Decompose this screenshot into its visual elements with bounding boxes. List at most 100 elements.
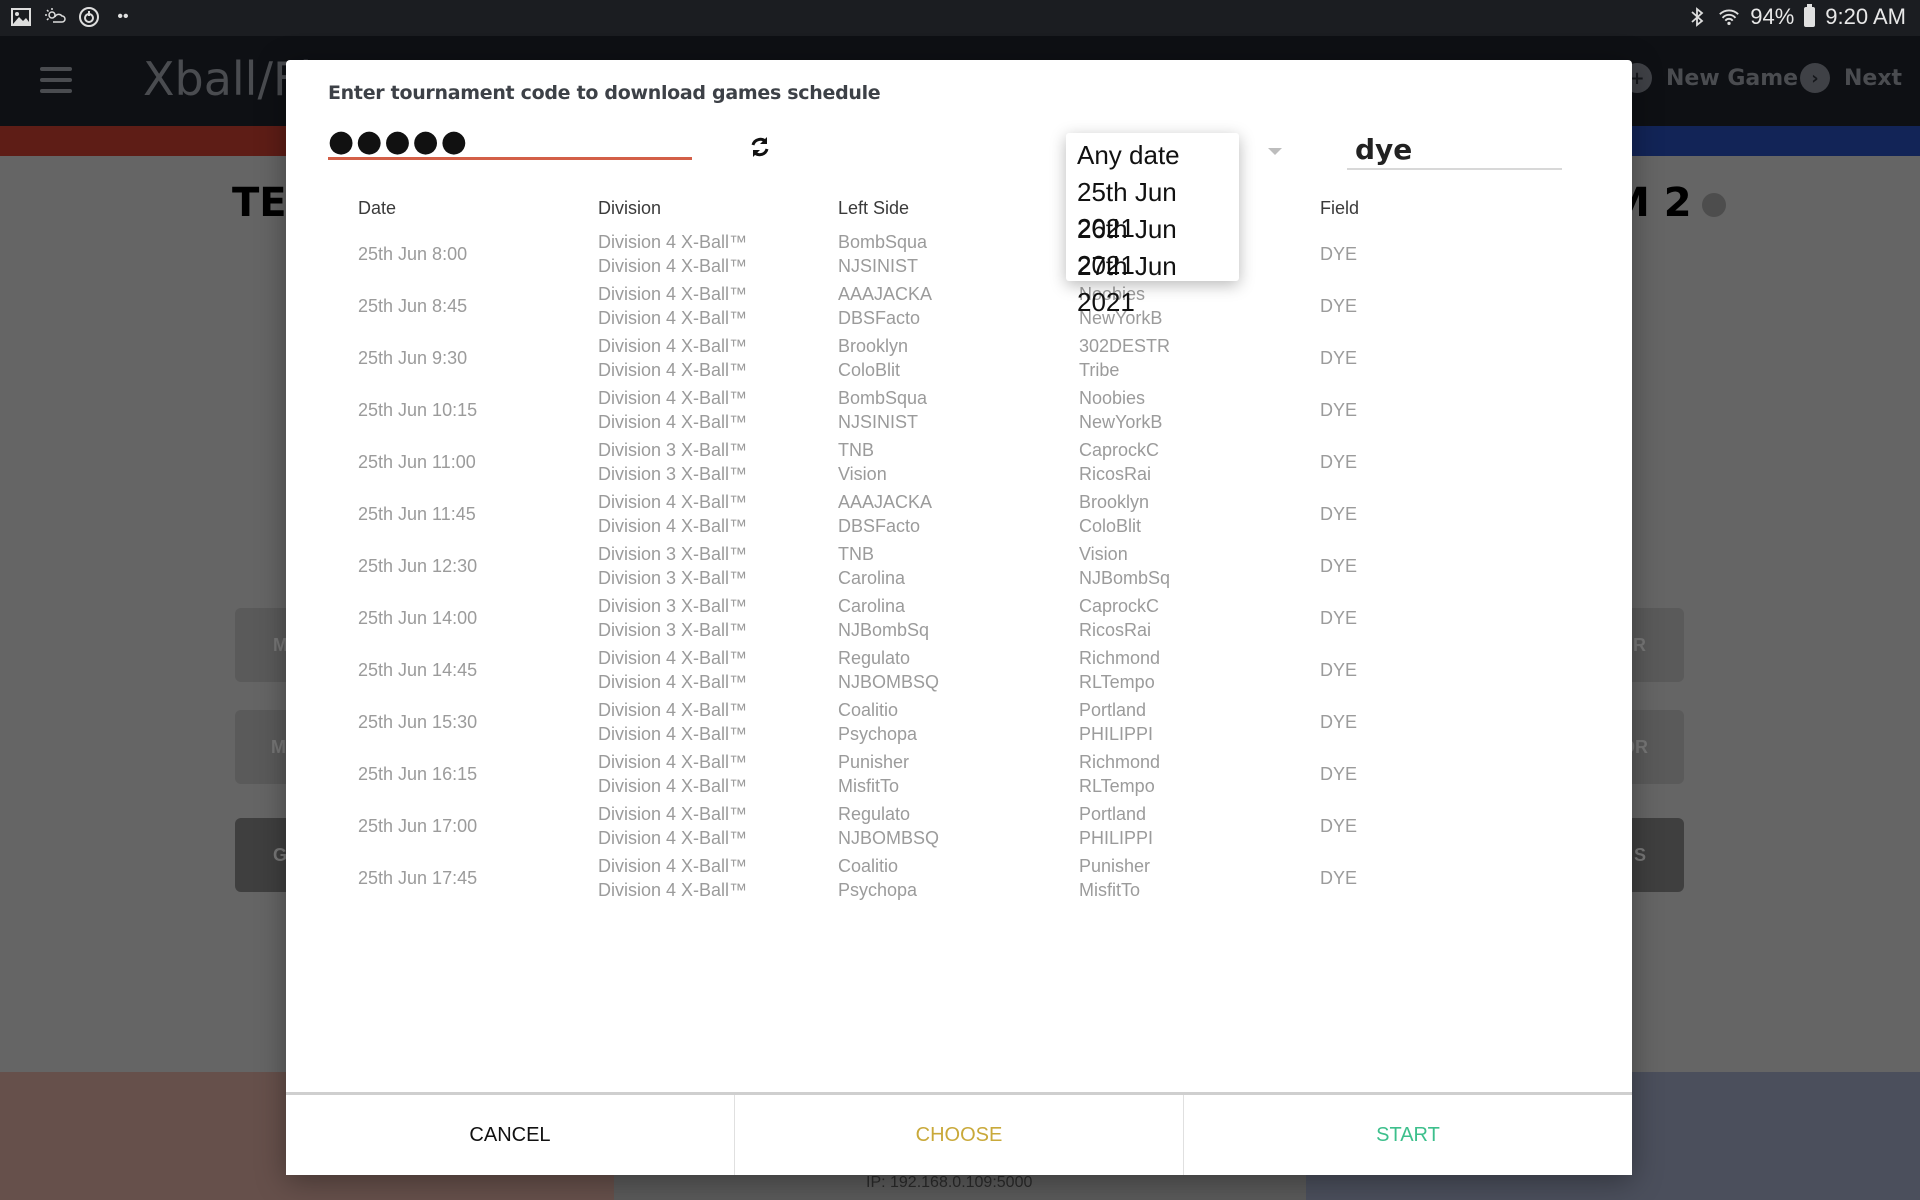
left-side-cell: Brooklyn ColoBlit xyxy=(838,334,1079,382)
table-row[interactable]: 25th Jun 16:15 Division 4 X-Ball™ Division… xyxy=(358,748,1458,800)
next-label: Next xyxy=(1844,65,1903,91)
next-button[interactable]: › Next xyxy=(1800,63,1902,93)
table-row[interactable]: 25th Jun 8:45 Division 4 X-Ball™ Division … xyxy=(358,280,1458,332)
division-cell: Division 4 X-Ball™ Division 4 X-Ball™ xyxy=(598,334,838,382)
right-team-1: Richmond xyxy=(1079,752,1161,772)
left-team-2: NJSINIST xyxy=(838,412,919,432)
left-side-cell: Punisher MisfitTo xyxy=(838,750,1079,798)
date-dropdown-menu: Any date 25th Jun 2021 26th Jun 2021 27t… xyxy=(1066,133,1239,317)
field-cell: DYE xyxy=(1320,296,1358,316)
right-team-2: RLTempo xyxy=(1079,672,1155,692)
left-side-cell: Carolina NJBombSq xyxy=(838,594,1079,642)
bluetooth-icon xyxy=(1686,6,1708,28)
division-left: Division 4 X-Ball™ xyxy=(598,856,748,876)
choose-button[interactable]: CHOOSE xyxy=(735,1095,1184,1175)
left-side-cell: BombSqua NJSINIST xyxy=(838,386,1079,434)
left-team-2: Psychopa xyxy=(838,880,918,900)
clock: 9:20 AM xyxy=(1825,4,1906,29)
table-row[interactable]: 25th Jun 11:45 Division 4 X-Ball™ Division… xyxy=(358,488,1458,540)
table-row[interactable]: 25th Jun 8:00 Division 4 X-Ball™ Division … xyxy=(358,228,1458,280)
date-option-any[interactable]: Any date xyxy=(1066,137,1239,174)
tournament-code-input[interactable] xyxy=(328,126,692,160)
field-cell: DYE xyxy=(1320,868,1358,888)
right-team-2: RicosRai xyxy=(1079,464,1152,484)
left-team-1: Regulato xyxy=(838,648,911,668)
division-left: Division 4 X-Ball™ xyxy=(598,492,748,512)
division-cell: Division 3 X-Ball™ Division 3 X-Ball™ xyxy=(598,438,838,486)
date-option-26[interactable]: 26th Jun 2021 xyxy=(1066,211,1239,280)
start-button[interactable]: START xyxy=(1184,1095,1632,1175)
division-right: Division 4 X-Ball™ xyxy=(598,516,748,536)
left-team-2: NJBombSq xyxy=(838,620,930,640)
table-row[interactable]: 25th Jun 17:45 Division 4 X-Ball™ Division… xyxy=(358,852,1458,904)
field-cell: DYE xyxy=(1320,712,1358,732)
division-right: Division 4 X-Ball™ xyxy=(598,256,748,276)
left-team-1: Brooklyn xyxy=(838,336,909,356)
edit-icon[interactable] xyxy=(1702,193,1726,217)
division-left: Division 4 X-Ball™ xyxy=(598,388,748,408)
left-team-1: Coalitio xyxy=(838,700,899,720)
refresh-icon[interactable] xyxy=(749,136,771,158)
table-row[interactable]: 25th Jun 10:15 Division 4 X-Ball™ Division… xyxy=(358,384,1458,436)
table-row[interactable]: 25th Jun 14:45 Division 4 X-Ball™ Division… xyxy=(358,644,1458,696)
table-row[interactable]: 25th Jun 9:30 Division 4 X-Ball™ Division … xyxy=(358,332,1458,384)
schedule-table: Date Division Left Side Right Side Field… xyxy=(358,188,1458,904)
game-date: 25th Jun 15:30 xyxy=(358,712,478,732)
right-team-1: 302DESTR xyxy=(1079,336,1171,356)
table-row[interactable]: 25th Jun 14:00 Division 3 X-Ball™ Division… xyxy=(358,592,1458,644)
table-row[interactable]: 25th Jun 15:30 Division 4 X-Ball™ Division… xyxy=(358,696,1458,748)
field-cell: DYE xyxy=(1320,400,1358,420)
left-team-1: AAAJACKA xyxy=(838,492,933,512)
division-cell: Division 4 X-Ball™ Division 4 X-Ball™ xyxy=(598,854,838,902)
date-dropdown-arrow-icon[interactable] xyxy=(1268,148,1282,155)
division-cell: Division 4 X-Ball™ Division 4 X-Ball™ xyxy=(598,282,838,330)
left-side-cell: AAAJACKA DBSFacto xyxy=(838,282,1079,330)
left-team-1: AAAJACKA xyxy=(838,284,933,304)
game-date: 25th Jun 12:30 xyxy=(358,556,478,576)
left-team-1: BombSqua xyxy=(838,388,928,408)
new-game-button[interactable]: + New Game xyxy=(1622,63,1798,93)
division-cell: Division 4 X-Ball™ Division 4 X-Ball™ xyxy=(598,646,838,694)
division-right: Division 4 X-Ball™ xyxy=(598,360,748,380)
field-cell: DYE xyxy=(1320,660,1358,680)
table-row[interactable]: 25th Jun 12:30 Division 3 X-Ball™ Division… xyxy=(358,540,1458,592)
status-bar: •• 94% 9:20 AM xyxy=(0,0,1920,36)
right-team-2: NewYorkB xyxy=(1079,412,1163,432)
game-date: 25th Jun 17:00 xyxy=(358,816,478,836)
right-side-cell: Brooklyn ColoBlit xyxy=(1079,490,1320,538)
battery-percent: 94% xyxy=(1750,4,1795,29)
left-team-2: DBSFacto xyxy=(838,308,921,328)
left-side-cell: TNB Vision xyxy=(838,438,1079,486)
date-option-27[interactable]: 27th Jun 2021 xyxy=(1066,248,1239,317)
right-team-1: Portland xyxy=(1079,700,1147,720)
division-right: Division 4 X-Ball™ xyxy=(598,724,748,744)
table-row[interactable]: 25th Jun 17:00 Division 4 X-Ball™ Division… xyxy=(358,800,1458,852)
game-date: 25th Jun 14:45 xyxy=(358,660,478,680)
left-team-2: NJSINIST xyxy=(838,256,919,276)
weather-icon xyxy=(44,6,66,28)
right-side-cell: CaprockC RicosRai xyxy=(1079,594,1320,642)
division-right: Division 4 X-Ball™ xyxy=(598,308,748,328)
left-side-cell: Coalitio Psychopa xyxy=(838,854,1079,902)
left-team-2: DBSFacto xyxy=(838,516,921,536)
left-team-2: ColoBlit xyxy=(838,360,901,380)
right-team-2: RicosRai xyxy=(1079,620,1152,640)
division-left: Division 4 X-Ball™ xyxy=(598,232,748,252)
division-left: Division 4 X-Ball™ xyxy=(598,648,748,668)
table-row[interactable]: 25th Jun 11:00 Division 3 X-Ball™ Division… xyxy=(358,436,1458,488)
division-right: Division 4 X-Ball™ xyxy=(598,880,748,900)
field-cell: DYE xyxy=(1320,452,1358,472)
left-side-cell: TNB Carolina xyxy=(838,542,1079,590)
cancel-button[interactable]: CANCEL xyxy=(286,1095,735,1175)
column-header-date: Date xyxy=(358,197,397,218)
right-side-cell: Richmond RLTempo xyxy=(1079,750,1320,798)
field-filter-input[interactable] xyxy=(1347,130,1562,170)
menu-icon[interactable] xyxy=(40,67,72,93)
dialog-footer: CANCEL CHOOSE START xyxy=(286,1092,1632,1175)
game-date: 25th Jun 8:00 xyxy=(358,244,468,264)
left-side-cell: AAAJACKA DBSFacto xyxy=(838,490,1079,538)
date-option-25[interactable]: 25th Jun 2021 xyxy=(1066,174,1239,243)
status-right: 94% 9:20 AM xyxy=(1686,4,1906,30)
right-team-2: ColoBlit xyxy=(1079,516,1142,536)
left-team-2: NJBOMBSQ xyxy=(838,672,940,692)
